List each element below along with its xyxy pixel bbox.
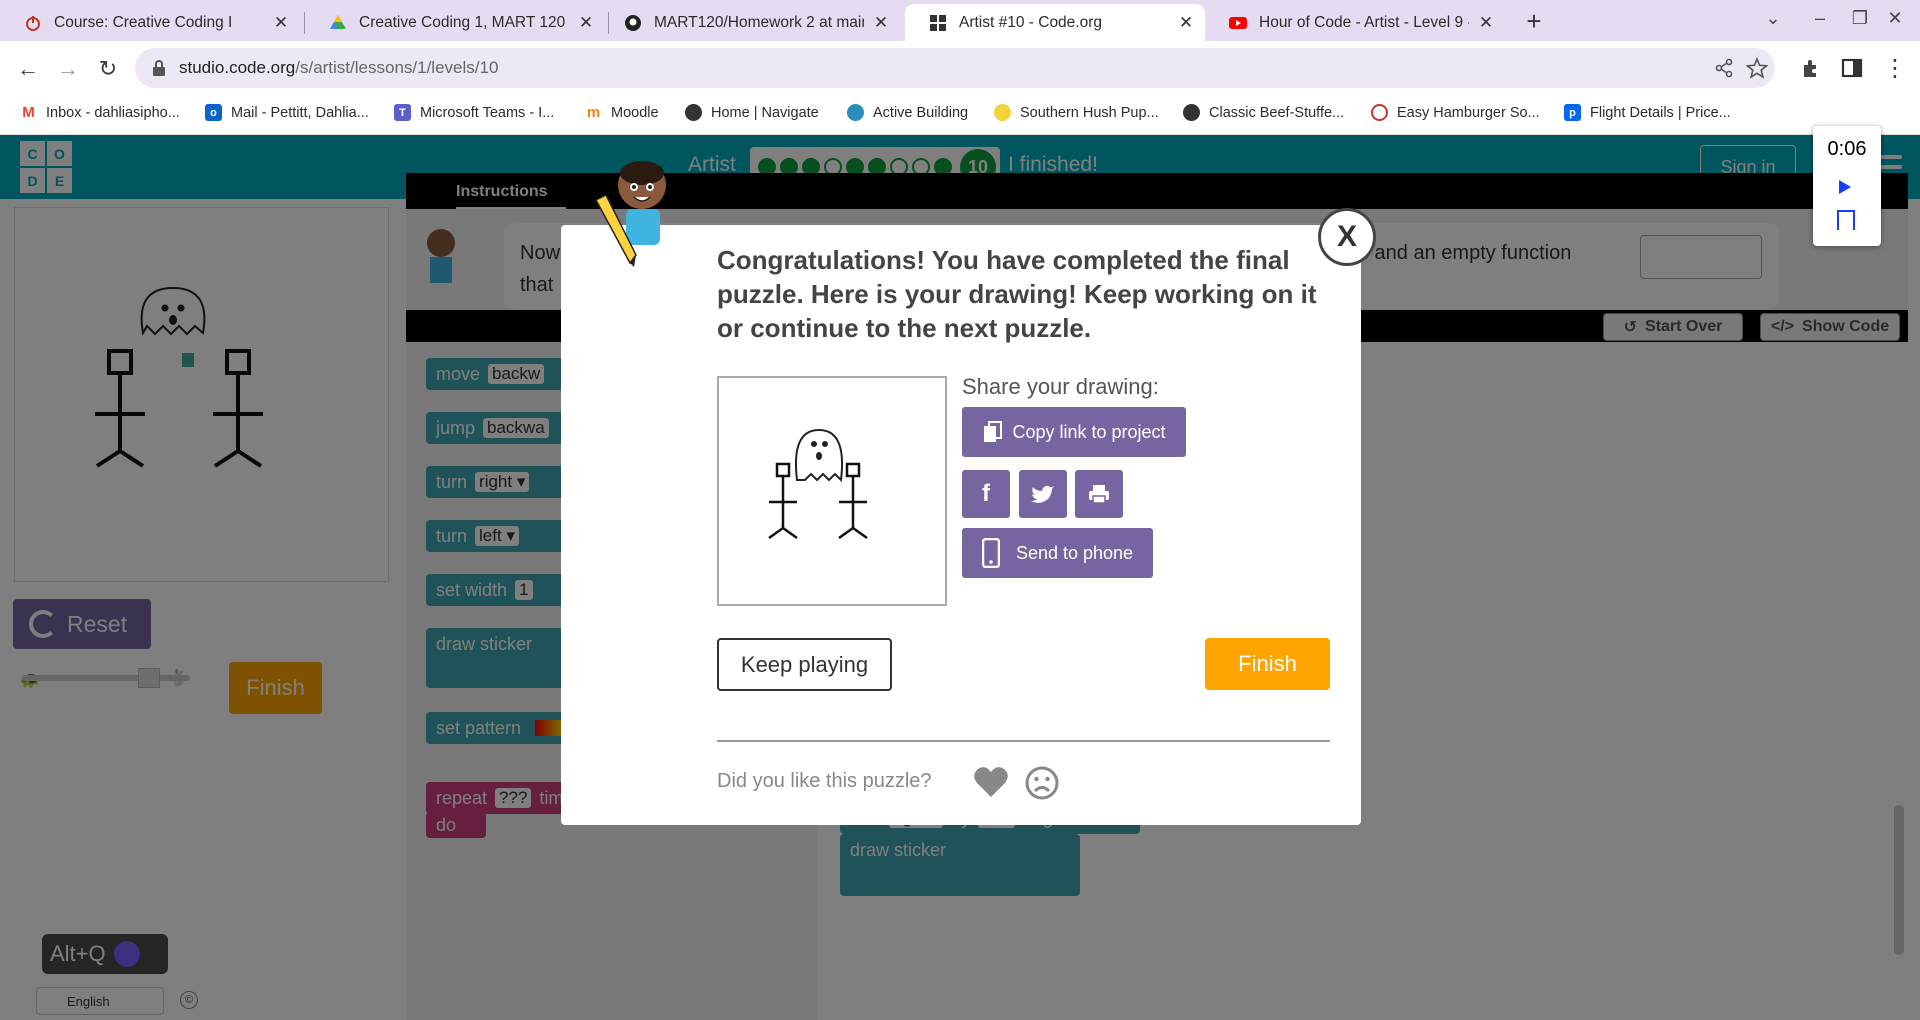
tab-hour-of-code[interactable]: Hour of Code - Artist - Level 9 - D ✕ <box>1205 4 1505 41</box>
bookmark-label: Microsoft Teams - I... <box>420 104 555 121</box>
dialog-title: Congratulations! You have completed the … <box>717 245 1317 343</box>
tab-search-icon[interactable]: ⌄ <box>1758 8 1788 29</box>
forward-icon[interactable]: → <box>53 54 83 84</box>
globe-icon <box>1183 104 1200 121</box>
share-icon[interactable] <box>1713 57 1735 79</box>
restore-icon[interactable]: ❐ <box>1845 8 1875 29</box>
send-to-phone-button[interactable]: Send to phone <box>962 528 1153 578</box>
bookmark-label: Classic Beef-Stuffe... <box>1209 104 1345 121</box>
extensions-icon[interactable] <box>1800 56 1824 80</box>
close-icon[interactable]: ✕ <box>1477 13 1495 32</box>
keep-playing-button[interactable]: Keep playing <box>717 638 892 691</box>
bookmark-classic-beef[interactable]: Classic Beef-Stuffe... <box>1183 104 1344 121</box>
back-icon[interactable]: ← <box>13 54 43 84</box>
url-host: studio.code.org <box>179 58 296 77</box>
twitter-icon <box>1031 485 1054 503</box>
share-label: Share your drawing: <box>962 374 1159 399</box>
bookmark-moodle[interactable]: m Moodle <box>585 104 659 121</box>
bookmark-easy-hamburger[interactable]: Easy Hamburger So... <box>1371 104 1540 121</box>
moodle-icon: m <box>585 104 602 121</box>
lock-icon <box>153 60 165 76</box>
tab-title: Course: Creative Coding I <box>54 13 233 31</box>
tab-title: Artist #10 - Code.org <box>959 13 1103 31</box>
globe-icon <box>685 104 702 121</box>
tab-mart120-homework[interactable]: MART120/Homework 2 at main ✕ <box>600 4 900 41</box>
teams-icon: T <box>394 104 411 121</box>
bookmark-southern-hush[interactable]: Southern Hush Pup... <box>994 104 1159 121</box>
bookmark-label: Home | Navigate <box>711 104 819 121</box>
bookmarks-bar: M Inbox - dahliasipho... o Mail - Pettitt,… <box>0 95 1920 135</box>
print-icon <box>1089 485 1109 504</box>
address-bar[interactable]: studio.code.org/s/artist/lessons/1/level… <box>135 48 1775 88</box>
bookmark-teams[interactable]: T Microsoft Teams - I... <box>394 104 554 121</box>
print-button[interactable] <box>1075 470 1123 518</box>
feedback-prompt: Did you like this puzzle? <box>717 770 932 792</box>
close-dialog-button[interactable]: X <box>1318 208 1376 266</box>
new-tab-button[interactable]: + <box>1518 6 1550 36</box>
bookmark-label: Mail - Pettitt, Dahlia... <box>231 104 369 121</box>
close-window-icon[interactable]: ✕ <box>1880 8 1910 29</box>
side-panel-icon[interactable] <box>1840 56 1864 80</box>
bookmark-label: Easy Hamburger So... <box>1397 104 1540 121</box>
dialog-divider <box>717 740 1330 742</box>
facebook-icon: f <box>982 480 990 507</box>
codeorg-icon <box>930 14 946 31</box>
tab-creative-coding-mart[interactable]: Creative Coding 1, MART 120 | Co ✕ <box>305 4 605 41</box>
tab-title: Creative Coding 1, MART 120 | Co <box>359 13 569 31</box>
send-to-phone-label: Send to phone <box>1015 542 1134 563</box>
reload-icon[interactable]: ↻ <box>93 54 123 84</box>
more-menu-icon[interactable]: ⋮ <box>1880 53 1910 83</box>
bookmark-icon[interactable] <box>1837 210 1855 230</box>
heart-icon[interactable] <box>973 765 1009 799</box>
play-icon[interactable] <box>1839 180 1851 194</box>
bookmark-active-building[interactable]: Active Building <box>847 104 968 121</box>
copy-link-label: Copy link to project <box>1012 421 1166 442</box>
drawing-thumbnail-image <box>768 428 868 540</box>
tab-title: Hour of Code - Artist - Level 9 - D <box>1259 13 1469 31</box>
bookmark-label: Active Building <box>873 104 969 121</box>
active-building-icon <box>847 104 864 121</box>
bookmark-label: Moodle <box>611 104 659 121</box>
bookmark-inbox[interactable]: M Inbox - dahliasipho... <box>20 104 180 121</box>
timer-widget: 0:06 <box>1813 126 1881 246</box>
minimize-icon[interactable]: – <box>1805 8 1835 29</box>
browser-tab-bar: Course: Creative Coding I ✕ Creative Cod… <box>0 0 1920 41</box>
url-path: /s/artist/lessons/1/levels/10 <box>295 58 499 77</box>
browser-toolbar: ← → ↻ studio.code.org/s/artist/lessons/1… <box>0 41 1920 95</box>
outlook-icon: o <box>205 104 222 121</box>
close-icon[interactable]: ✕ <box>1177 13 1195 32</box>
drawing-thumbnail <box>717 376 947 606</box>
artist-bot-icon <box>594 161 666 267</box>
finish-button[interactable]: Finish <box>1205 638 1330 690</box>
drive-icon <box>330 14 346 29</box>
gmail-icon: M <box>20 104 37 121</box>
bookmark-navigate[interactable]: Home | Navigate <box>685 104 819 121</box>
tab-course-creative-coding[interactable]: Course: Creative Coding I ✕ <box>0 4 300 41</box>
copy-link-button[interactable]: Copy link to project <box>962 407 1186 457</box>
close-icon[interactable]: ✕ <box>872 13 890 32</box>
tab-artist-codeorg[interactable]: Artist #10 - Code.org ✕ <box>905 4 1205 41</box>
tab-title: MART120/Homework 2 at main <box>654 13 864 31</box>
bookmark-flight-details[interactable]: p Flight Details | Price... <box>1564 104 1731 121</box>
bookmark-label: Flight Details | Price... <box>1590 104 1731 121</box>
close-icon[interactable]: ✕ <box>577 13 595 32</box>
facebook-share-button[interactable]: f <box>962 470 1010 518</box>
timer-text: 0:06 <box>1827 138 1867 160</box>
youtube-icon <box>1229 16 1247 29</box>
bookmark-label: Southern Hush Pup... <box>1020 104 1159 121</box>
github-icon <box>625 14 641 31</box>
priceline-icon: p <box>1564 104 1581 121</box>
phone-icon <box>981 538 1000 568</box>
bookmark-star-icon[interactable] <box>1746 57 1768 79</box>
southern-icon <box>994 104 1011 121</box>
bookmark-label: Inbox - dahliasipho... <box>46 104 180 121</box>
bookmark-mail[interactable]: o Mail - Pettitt, Dahlia... <box>205 104 369 121</box>
twitter-share-button[interactable] <box>1019 470 1067 518</box>
recipe-icon <box>1371 104 1388 121</box>
copy-icon <box>984 421 1003 442</box>
power-icon <box>26 15 40 31</box>
frown-icon[interactable] <box>1024 765 1060 801</box>
close-icon[interactable]: ✕ <box>272 13 290 32</box>
